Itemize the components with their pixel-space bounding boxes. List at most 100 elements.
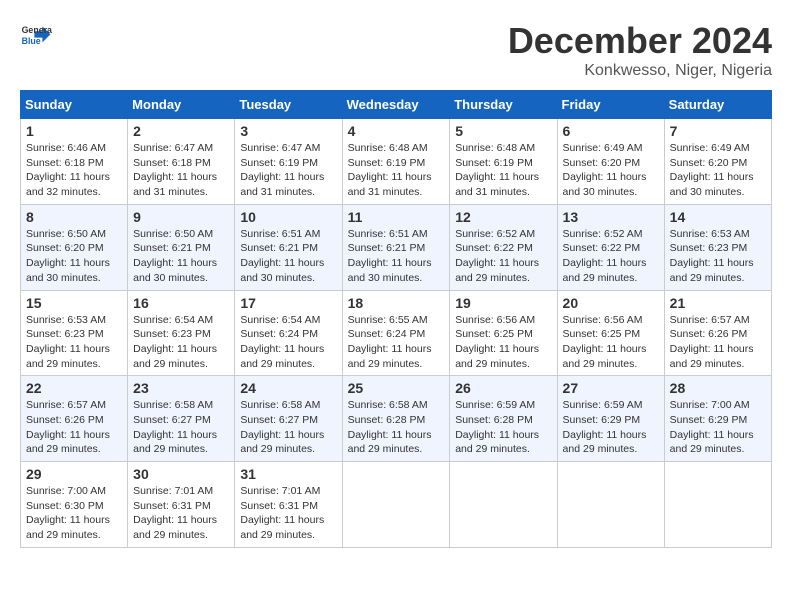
calendar-cell: 25 Sunrise: 6:58 AM Sunset: 6:28 PM Dayli… [342,376,450,462]
day-number: 8 [26,209,122,225]
calendar-week-1: 1 Sunrise: 6:46 AM Sunset: 6:18 PM Daylig… [21,119,772,205]
calendar-cell: 27 Sunrise: 6:59 AM Sunset: 6:29 PM Dayli… [557,376,664,462]
day-number: 31 [240,466,336,482]
calendar-cell: 29Sunrise: 7:00 AM Sunset: 6:30 PM Dayli… [21,462,128,548]
day-number: 25 [348,380,445,396]
calendar-cell: 8Sunrise: 6:50 AM Sunset: 6:20 PM Daylig… [21,204,128,290]
day-info: Sunrise: 6:51 AM Sunset: 6:21 PM Dayligh… [240,227,336,286]
day-info: Sunrise: 6:55 AM Sunset: 6:24 PM Dayligh… [348,313,445,372]
calendar-cell: 15 Sunrise: 6:53 AM Sunset: 6:23 PM Dayli… [21,290,128,376]
day-info: Sunrise: 6:57 AM Sunset: 6:26 PM Dayligh… [670,313,766,372]
day-number: 1 [26,123,122,139]
header-tuesday: Tuesday [235,91,342,119]
day-info: Sunrise: 6:59 AM Sunset: 6:29 PM Dayligh… [563,398,659,457]
day-info: Sunrise: 6:49 AM Sunset: 6:20 PM Dayligh… [670,141,766,200]
calendar-cell [342,462,450,548]
day-info: Sunrise: 7:01 AM Sunset: 6:31 PM Dayligh… [240,484,336,543]
day-number: 13 [563,209,659,225]
day-info: Sunrise: 6:54 AM Sunset: 6:24 PM Dayligh… [240,313,336,372]
day-number: 17 [240,295,336,311]
day-info: Sunrise: 6:47 AM Sunset: 6:19 PM Dayligh… [240,141,336,200]
calendar-week-5: 29Sunrise: 7:00 AM Sunset: 6:30 PM Dayli… [21,462,772,548]
calendar-table: SundayMondayTuesdayWednesdayThursdayFrid… [20,90,772,548]
header-monday: Monday [128,91,235,119]
calendar-cell: 4Sunrise: 6:48 AM Sunset: 6:19 PM Daylig… [342,119,450,205]
calendar-header-row: SundayMondayTuesdayWednesdayThursdayFrid… [21,91,772,119]
calendar-cell: 18Sunrise: 6:55 AM Sunset: 6:24 PM Dayli… [342,290,450,376]
day-number: 14 [670,209,766,225]
day-info: Sunrise: 6:58 AM Sunset: 6:28 PM Dayligh… [348,398,445,457]
day-info: Sunrise: 6:58 AM Sunset: 6:27 PM Dayligh… [133,398,229,457]
day-info: Sunrise: 6:48 AM Sunset: 6:19 PM Dayligh… [455,141,551,200]
day-number: 5 [455,123,551,139]
logo-icon: General Blue [20,20,52,52]
header-thursday: Thursday [450,91,557,119]
month-title: December 2024 [508,20,772,62]
day-info: Sunrise: 6:47 AM Sunset: 6:18 PM Dayligh… [133,141,229,200]
day-number: 22 [26,380,122,396]
calendar-cell: 24 Sunrise: 6:58 AM Sunset: 6:27 PM Dayli… [235,376,342,462]
day-info: Sunrise: 6:49 AM Sunset: 6:20 PM Dayligh… [563,141,659,200]
day-info: Sunrise: 6:59 AM Sunset: 6:28 PM Dayligh… [455,398,551,457]
day-info: Sunrise: 6:57 AM Sunset: 6:26 PM Dayligh… [26,398,122,457]
day-info: Sunrise: 7:01 AM Sunset: 6:31 PM Dayligh… [133,484,229,543]
calendar-week-4: 22 Sunrise: 6:57 AM Sunset: 6:26 PM Dayli… [21,376,772,462]
calendar-week-3: 15 Sunrise: 6:53 AM Sunset: 6:23 PM Dayli… [21,290,772,376]
calendar-cell [450,462,557,548]
calendar-cell: 20 Sunrise: 6:56 AM Sunset: 6:25 PM Dayli… [557,290,664,376]
day-number: 9 [133,209,229,225]
day-info: Sunrise: 6:52 AM Sunset: 6:22 PM Dayligh… [455,227,551,286]
title-block: December 2024 Konkwesso, Niger, Nigeria [508,20,772,80]
day-number: 3 [240,123,336,139]
day-info: Sunrise: 6:56 AM Sunset: 6:25 PM Dayligh… [563,313,659,372]
header-friday: Friday [557,91,664,119]
logo: General Blue [20,20,52,52]
day-number: 10 [240,209,336,225]
day-number: 21 [670,295,766,311]
calendar-cell: 11 Sunrise: 6:51 AM Sunset: 6:21 PM Dayli… [342,204,450,290]
day-number: 6 [563,123,659,139]
calendar-cell: 9Sunrise: 6:50 AM Sunset: 6:21 PM Daylig… [128,204,235,290]
day-number: 20 [563,295,659,311]
day-number: 11 [348,209,445,225]
day-number: 4 [348,123,445,139]
day-number: 23 [133,380,229,396]
day-info: Sunrise: 6:52 AM Sunset: 6:22 PM Dayligh… [563,227,659,286]
calendar-week-2: 8Sunrise: 6:50 AM Sunset: 6:20 PM Daylig… [21,204,772,290]
day-info: Sunrise: 6:56 AM Sunset: 6:25 PM Dayligh… [455,313,551,372]
day-info: Sunrise: 6:54 AM Sunset: 6:23 PM Dayligh… [133,313,229,372]
header-wednesday: Wednesday [342,91,450,119]
day-info: Sunrise: 6:46 AM Sunset: 6:18 PM Dayligh… [26,141,122,200]
calendar-cell: 3 Sunrise: 6:47 AM Sunset: 6:19 PM Daylig… [235,119,342,205]
calendar-cell: 21 Sunrise: 6:57 AM Sunset: 6:26 PM Dayli… [664,290,771,376]
calendar-cell: 16 Sunrise: 6:54 AM Sunset: 6:23 PM Dayli… [128,290,235,376]
day-number: 28 [670,380,766,396]
day-info: Sunrise: 6:53 AM Sunset: 6:23 PM Dayligh… [26,313,122,372]
day-number: 2 [133,123,229,139]
day-number: 26 [455,380,551,396]
day-number: 7 [670,123,766,139]
header-saturday: Saturday [664,91,771,119]
calendar-cell: 5 Sunrise: 6:48 AM Sunset: 6:19 PM Daylig… [450,119,557,205]
calendar-cell: 28 Sunrise: 7:00 AM Sunset: 6:29 PM Dayli… [664,376,771,462]
day-info: Sunrise: 7:00 AM Sunset: 6:29 PM Dayligh… [670,398,766,457]
calendar-cell: 23 Sunrise: 6:58 AM Sunset: 6:27 PM Dayli… [128,376,235,462]
svg-text:Blue: Blue [22,36,41,46]
day-info: Sunrise: 6:51 AM Sunset: 6:21 PM Dayligh… [348,227,445,286]
day-number: 27 [563,380,659,396]
page-header: General Blue December 2024 Konkwesso, Ni… [20,20,772,80]
day-number: 16 [133,295,229,311]
calendar-cell: 14 Sunrise: 6:53 AM Sunset: 6:23 PM Dayli… [664,204,771,290]
calendar-cell: 2 Sunrise: 6:47 AM Sunset: 6:18 PM Daylig… [128,119,235,205]
day-number: 24 [240,380,336,396]
calendar-cell: 6 Sunrise: 6:49 AM Sunset: 6:20 PM Daylig… [557,119,664,205]
calendar-cell [664,462,771,548]
day-info: Sunrise: 6:58 AM Sunset: 6:27 PM Dayligh… [240,398,336,457]
calendar-cell: 22 Sunrise: 6:57 AM Sunset: 6:26 PM Dayli… [21,376,128,462]
calendar-cell: 19Sunrise: 6:56 AM Sunset: 6:25 PM Dayli… [450,290,557,376]
calendar-cell: 30Sunrise: 7:01 AM Sunset: 6:31 PM Dayli… [128,462,235,548]
location-title: Konkwesso, Niger, Nigeria [508,62,772,80]
day-number: 15 [26,295,122,311]
svg-text:General: General [22,25,52,35]
day-info: Sunrise: 6:53 AM Sunset: 6:23 PM Dayligh… [670,227,766,286]
